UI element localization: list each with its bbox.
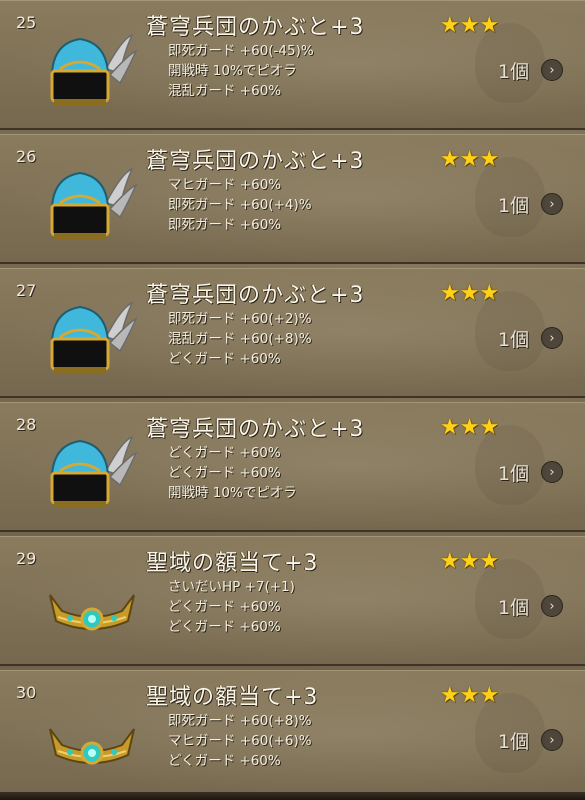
stat-line: マヒガード +60(+6)% [168,733,312,749]
stat-line: 開戦時 10%でピオラ [168,63,297,79]
chevron-right-icon[interactable]: › [541,327,563,349]
item-number: 27 [16,281,37,300]
winged-helmet-icon [44,29,140,113]
chevron-right-icon[interactable]: › [541,193,563,215]
stat-line: どくガード +60% [168,753,281,769]
stat-line: 即死ガード +60(-45)% [168,43,314,59]
item-number: 30 [16,683,37,702]
winged-helmet-icon [44,297,140,381]
list-item[interactable]: 28 蒼穹兵団のかぶと+3 どくガード +60% どくガード +60% 開戦時 … [0,402,585,532]
rarity-stars: ★★★ [440,15,499,37]
item-name: 蒼穹兵団のかぶと+3 [146,417,365,442]
winged-helmet-icon [44,431,140,515]
item-name: 蒼穹兵団のかぶと+3 [146,15,365,40]
stat-line: 即死ガード +60% [168,217,282,233]
stat-line: 混乱ガード +60(+8)% [168,331,312,347]
stat-line: マヒガード +60% [168,177,282,193]
stat-line: どくガード +60% [168,599,281,615]
chevron-right-icon[interactable]: › [541,461,563,483]
item-stats: 即死ガード +60(-45)% 開戦時 10%でピオラ 混乱ガード +60% [168,41,314,101]
list-item[interactable]: 25 蒼穹兵団のかぶと+3 即死ガード +60(-45)% 開戦時 10%でピオ… [0,0,585,130]
stat-line: 混乱ガード +60% [168,83,282,99]
item-stats: 即死ガード +60(+8)% マヒガード +60(+6)% どくガード +60% [168,711,312,771]
list-item[interactable]: 29 聖域の額当て+3 さいだいHP +7(+1) どくガード +60% どくガ… [0,536,585,666]
stat-line: 開戦時 10%でピオラ [168,485,297,501]
stat-line: 即死ガード +60(+2)% [168,311,312,327]
rarity-stars: ★★★ [440,417,499,439]
star-icon: ★★★ [440,13,500,38]
item-quantity: 1個 [498,731,530,753]
star-icon: ★★★ [440,549,500,574]
chevron-right-icon[interactable]: › [541,59,563,81]
item-quantity: 1個 [498,597,530,619]
list-item[interactable]: 30 聖域の額当て+3 即死ガード +60(+8)% マヒガード +60(+6)… [0,670,585,800]
item-name: 蒼穹兵団のかぶと+3 [146,149,365,174]
item-name: 聖域の額当て+3 [146,685,319,710]
equipment-list: 25 蒼穹兵団のかぶと+3 即死ガード +60(-45)% 開戦時 10%でピオ… [0,0,585,800]
rarity-stars: ★★★ [440,685,499,707]
item-stats: 即死ガード +60(+2)% 混乱ガード +60(+8)% どくガード +60% [168,309,312,369]
item-number: 28 [16,415,37,434]
stat-line: どくガード +60% [168,351,281,367]
stat-line: どくガード +60% [168,445,281,461]
item-quantity: 1個 [498,463,530,485]
item-number: 26 [16,147,37,166]
chevron-right-icon[interactable]: › [541,595,563,617]
rarity-stars: ★★★ [440,283,499,305]
list-bottom-edge [0,792,585,800]
item-quantity: 1個 [498,61,530,83]
winged-helmet-icon [44,163,140,247]
item-stats: どくガード +60% どくガード +60% 開戦時 10%でピオラ [168,443,297,503]
chevron-right-icon[interactable]: › [541,729,563,751]
stat-line: 即死ガード +60(+8)% [168,713,312,729]
stat-line: 即死ガード +60(+4)% [168,197,312,213]
item-quantity: 1個 [498,195,530,217]
stat-line: どくガード +60% [168,465,281,481]
star-icon: ★★★ [440,281,500,306]
item-number: 29 [16,549,37,568]
item-stats: マヒガード +60% 即死ガード +60(+4)% 即死ガード +60% [168,175,312,235]
star-icon: ★★★ [440,415,500,440]
item-quantity: 1個 [498,329,530,351]
circlet-icon [44,565,140,649]
list-item[interactable]: 26 蒼穹兵団のかぶと+3 マヒガード +60% 即死ガード +60(+4)% … [0,134,585,264]
list-item[interactable]: 27 蒼穹兵団のかぶと+3 即死ガード +60(+2)% 混乱ガード +60(+… [0,268,585,398]
item-name: 蒼穹兵団のかぶと+3 [146,283,365,308]
rarity-stars: ★★★ [440,551,499,573]
star-icon: ★★★ [440,147,500,172]
item-stats: さいだいHP +7(+1) どくガード +60% どくガード +60% [168,577,295,637]
stat-line: どくガード +60% [168,619,281,635]
item-name: 聖域の額当て+3 [146,551,319,576]
star-icon: ★★★ [440,683,500,708]
stat-line: さいだいHP +7(+1) [168,579,295,595]
rarity-stars: ★★★ [440,149,499,171]
item-number: 25 [16,13,37,32]
circlet-icon [44,699,140,783]
